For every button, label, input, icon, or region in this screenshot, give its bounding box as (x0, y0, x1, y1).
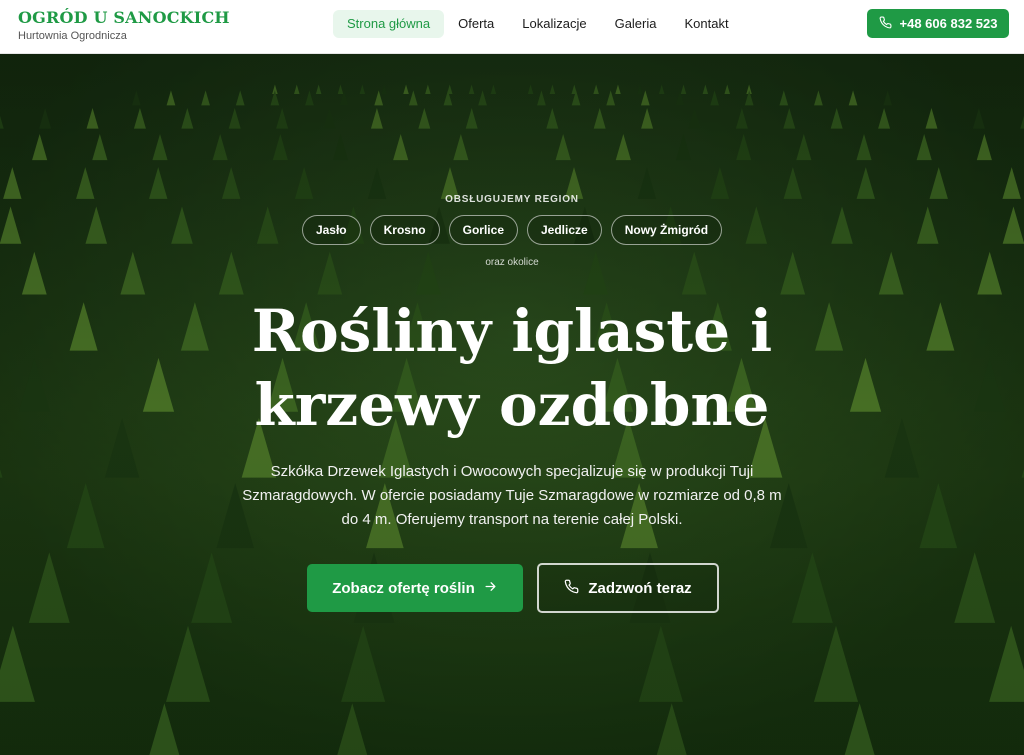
brand-logo[interactable]: OGRÓD U SANOCKICH Hurtownia Ogrodnicza (18, 8, 230, 43)
brand-subtitle: Hurtownia Ogrodnicza (18, 30, 127, 42)
nav-item-offer[interactable]: Oferta (444, 10, 508, 38)
region-chip-jedlicze[interactable]: Jedlicze (527, 215, 602, 245)
hero-section: OBSŁUGUJEMY REGION Jasło Krosno Gorlice … (0, 54, 1024, 755)
region-label: OBSŁUGUJEMY REGION (445, 194, 579, 205)
view-offer-label: Zobacz ofertę roślin (332, 579, 475, 597)
nav-item-locations[interactable]: Lokalizacje (508, 10, 600, 38)
header-phone-label: +48 606 832 523 (899, 16, 998, 31)
nav-item-contact[interactable]: Kontakt (671, 10, 743, 38)
call-now-label: Zadzwoń teraz (588, 579, 692, 597)
region-chip-gorlice[interactable]: Gorlice (448, 215, 518, 245)
region-chip-krosno[interactable]: Krosno (369, 215, 440, 245)
region-chips: Jasło Krosno Gorlice Jedlicze Nowy Żmigr… (0, 215, 1024, 245)
arrow-right-icon (483, 579, 498, 598)
nav-item-gallery[interactable]: Galeria (601, 10, 671, 38)
region-chip-jaslo[interactable]: Jasło (301, 215, 361, 245)
view-offer-button[interactable]: Zobacz ofertę roślin (307, 564, 523, 612)
hero-title-line-1: Rośliny iglaste i (251, 297, 773, 365)
nav-item-home[interactable]: Strona główna (333, 10, 445, 38)
header-phone-button[interactable]: +48 606 832 523 (867, 9, 1009, 38)
region-chip-nowy-zmigrod[interactable]: Nowy Żmigród (610, 215, 723, 245)
hero-title: Rośliny iglaste i krzewy ozdobne (0, 294, 1024, 442)
hero-description: Szkółka Drzewek Iglastych i Owocowych sp… (242, 463, 782, 528)
brand-title: OGRÓD U SANOCKICH (18, 8, 230, 27)
surroundings-note: oraz okolice (485, 257, 539, 268)
main-nav: Strona główna Oferta Lokalizacje Galeria… (333, 10, 743, 38)
hero-title-line-2: krzewy ozdobne (254, 371, 770, 439)
site-header: OGRÓD U SANOCKICH Hurtownia Ogrodnicza S… (0, 0, 1024, 54)
call-now-button[interactable]: Zadzwoń teraz (537, 563, 719, 613)
phone-icon (879, 16, 892, 32)
phone-icon (564, 579, 579, 598)
